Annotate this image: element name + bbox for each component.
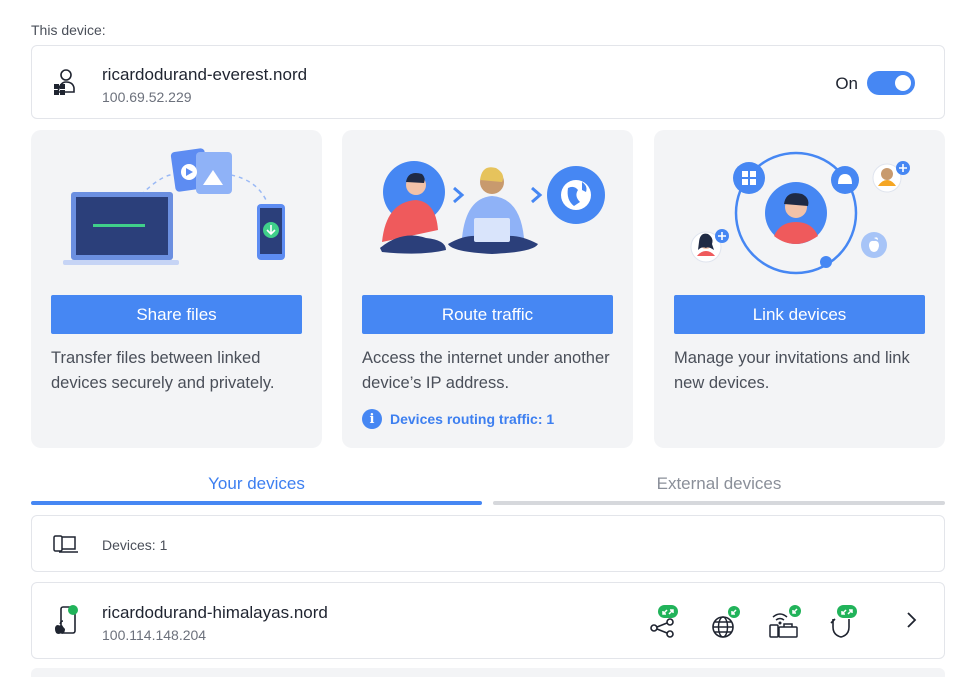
tab-inactive-indicator — [493, 501, 945, 505]
route-traffic-button[interactable]: Route traffic — [362, 295, 613, 334]
share-files-illustration — [63, 148, 285, 265]
share-files-button[interactable]: Share files — [51, 295, 302, 334]
file-share-permission-icon[interactable] — [648, 603, 682, 639]
this-device-ip: 100.69.52.229 — [102, 89, 192, 105]
link-devices-button[interactable]: Link devices — [674, 295, 925, 334]
devices-routing-label: Devices routing traffic: 1 — [390, 411, 555, 427]
this-device-card: ricardodurand-everest.nord 100.69.52.229… — [31, 45, 945, 119]
tab-external-devices-label: External devices — [656, 474, 782, 493]
share-files-description: Transfer files between linked devices se… — [51, 349, 275, 392]
route-traffic-description: Access the internet under another device… — [362, 349, 610, 392]
this-device-name: ricardodurand-everest.nord — [102, 65, 308, 84]
devices-count-label: Devices: 1 — [102, 537, 168, 553]
chevron-right-icon[interactable] — [904, 609, 918, 631]
link-devices-description: Manage your invitations and link new dev… — [674, 349, 910, 392]
devices-icon — [53, 535, 78, 553]
windows-device-icon — [54, 69, 75, 95]
toggle-knob — [895, 75, 911, 91]
info-icon: i — [362, 409, 382, 429]
toggle-label: On — [835, 74, 858, 93]
devices-count-row: Devices: 1 — [31, 515, 945, 572]
apple-phone-device-icon — [55, 605, 78, 634]
device-on-toggle[interactable] — [867, 71, 915, 95]
route-traffic-illustration — [380, 161, 605, 254]
this-device-label: This device: — [31, 22, 106, 38]
device-name: ricardodurand-himalayas.nord — [102, 603, 328, 622]
device-row[interactable]: ricardodurand-himalayas.nord 100.114.148… — [31, 582, 945, 659]
devices-routing-status[interactable]: i Devices routing traffic: 1 — [362, 409, 554, 429]
link-devices-illustration — [690, 151, 910, 275]
tab-your-devices[interactable]: Your devices — [31, 470, 482, 506]
link-devices-card: Link devices Manage your invitations and… — [654, 130, 945, 448]
local-network-permission-icon[interactable] — [767, 603, 801, 639]
device-ip: 100.114.148.204 — [102, 627, 207, 643]
route-traffic-permission-icon[interactable] — [708, 603, 742, 639]
send-files-permission-icon[interactable] — [827, 603, 861, 639]
tab-your-devices-label: Your devices — [208, 474, 305, 493]
device-tabs: Your devices External devices — [31, 470, 945, 506]
tab-external-devices[interactable]: External devices — [493, 470, 945, 506]
share-files-card: Share files Transfer files between linke… — [31, 130, 322, 448]
tab-active-indicator — [31, 501, 482, 505]
next-list-item-edge — [31, 668, 945, 677]
route-traffic-card: Route traffic Access the internet under … — [342, 130, 633, 448]
